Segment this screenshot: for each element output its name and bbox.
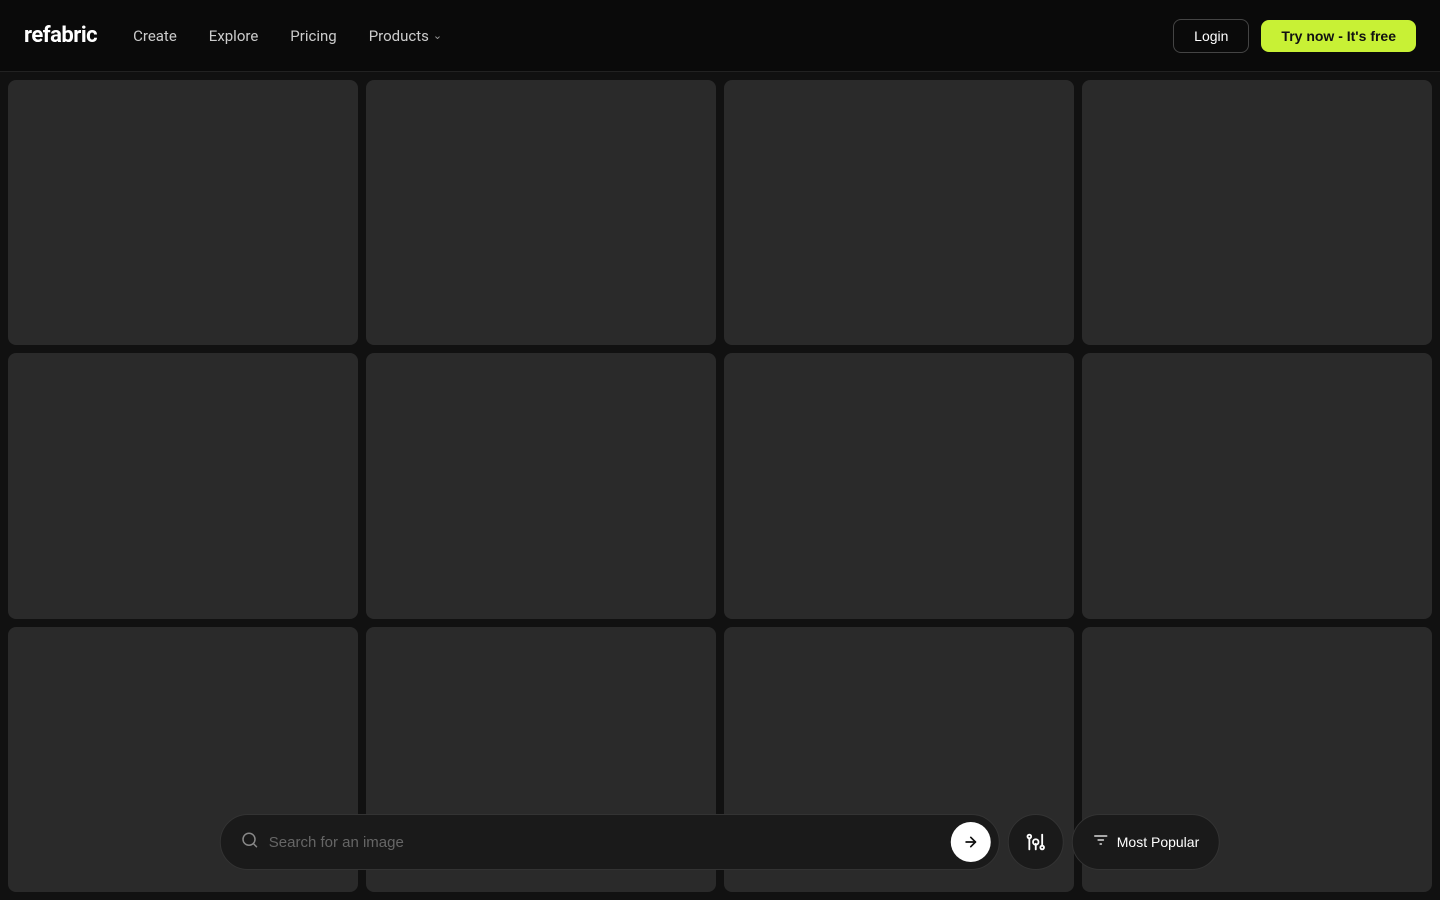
grid-item[interactable]: [8, 353, 358, 618]
header-left: refabric Create Explore Pricing Products…: [24, 23, 442, 48]
header: refabric Create Explore Pricing Products…: [0, 0, 1440, 72]
image-grid: [0, 72, 1440, 900]
search-icon: [241, 831, 259, 854]
nav-item-products[interactable]: Products ⌄: [369, 27, 442, 45]
logo[interactable]: refabric: [24, 23, 97, 48]
grid-item[interactable]: [8, 80, 358, 345]
search-input[interactable]: [269, 834, 951, 851]
search-bar: [220, 814, 1000, 870]
nav-item-explore[interactable]: Explore: [209, 27, 259, 45]
header-right: Login Try now - It's free: [1173, 19, 1416, 53]
grid-item[interactable]: [1082, 353, 1432, 618]
try-now-button[interactable]: Try now - It's free: [1261, 20, 1416, 52]
grid-item[interactable]: [1082, 80, 1432, 345]
sort-button[interactable]: Most Popular: [1072, 814, 1220, 870]
grid-item[interactable]: [724, 353, 1074, 618]
chevron-down-icon: ⌄: [433, 29, 442, 42]
nav-item-pricing[interactable]: Pricing: [290, 27, 336, 45]
filter-button[interactable]: [1008, 814, 1064, 870]
sort-icon: [1093, 832, 1109, 853]
grid-item[interactable]: [366, 353, 716, 618]
search-bar-wrapper: Most Popular: [220, 814, 1220, 870]
login-button[interactable]: Login: [1173, 19, 1249, 53]
nav: Create Explore Pricing Products ⌄: [133, 27, 442, 45]
nav-item-create[interactable]: Create: [133, 27, 177, 45]
grid-item[interactable]: [366, 80, 716, 345]
sort-label: Most Popular: [1117, 834, 1199, 850]
search-submit-button[interactable]: [951, 822, 991, 862]
grid-item[interactable]: [724, 80, 1074, 345]
